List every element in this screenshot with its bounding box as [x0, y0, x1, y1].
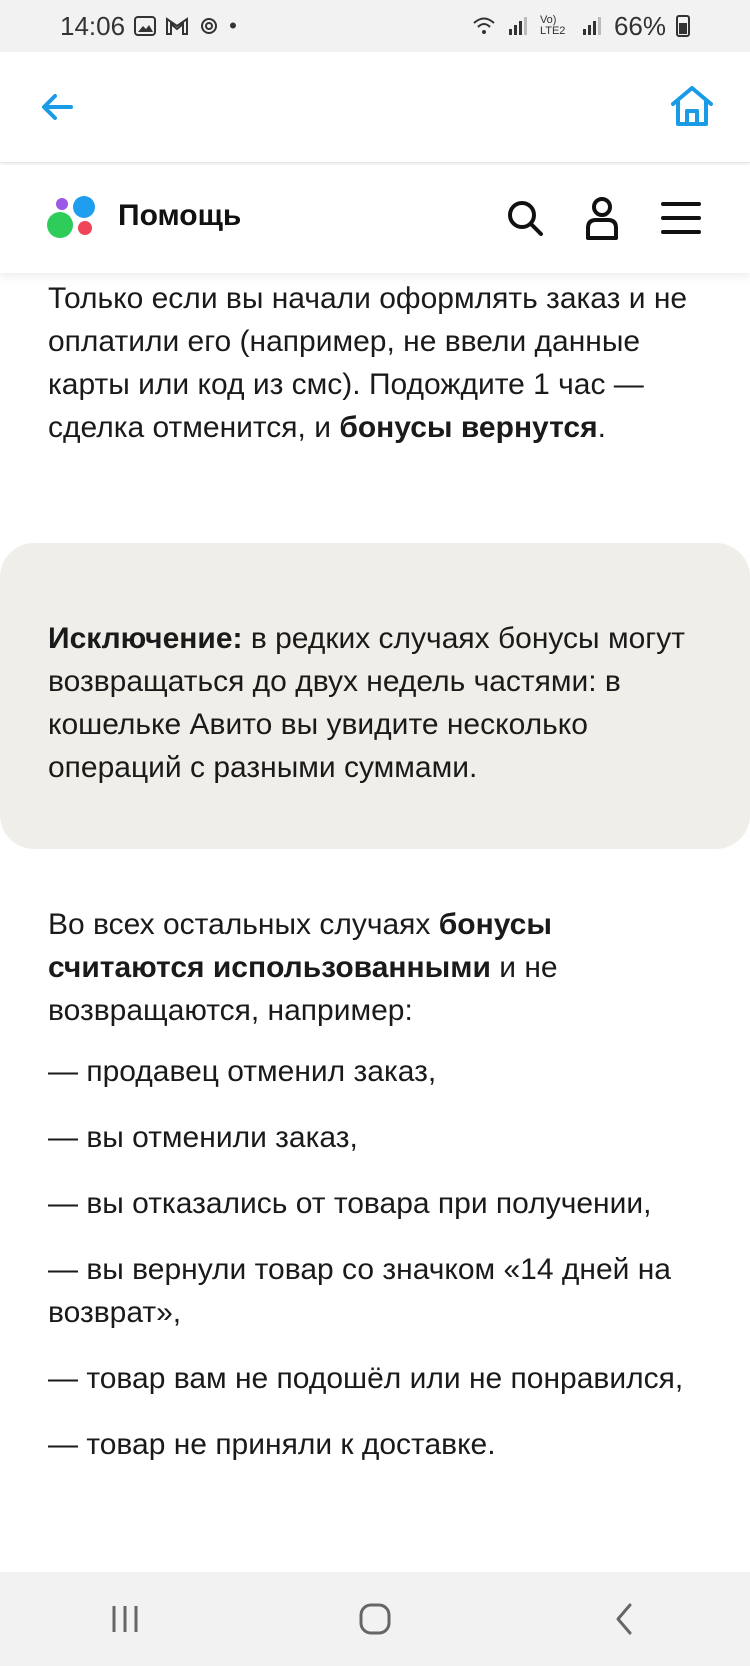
home-nav-button[interactable] — [345, 1589, 405, 1649]
system-nav-bar — [0, 1572, 750, 1666]
list-item: — вы отменили заказ, — [48, 1121, 358, 1154]
back-button[interactable] — [32, 82, 82, 132]
home-button[interactable] — [666, 80, 718, 132]
search-icon — [508, 201, 543, 236]
notification-dot-icon: • — [229, 13, 237, 38]
home-nav-icon — [359, 1603, 391, 1635]
article-content: Только если вы начали оформлять заказ и … — [0, 273, 750, 1573]
page-title: Помощь — [118, 199, 242, 232]
avito-logo-icon — [47, 196, 95, 238]
exception-text: Исключение: в редких случаях бонусы могу… — [48, 617, 688, 789]
profile-icon — [586, 197, 618, 240]
list-item: — продавец отменил заказ, — [48, 1055, 437, 1088]
list-item: — вы отказались от товара при получении, — [48, 1187, 652, 1220]
p1-bold: бонусы вернутся — [339, 411, 598, 444]
status-right: Vo) LTE2 66% — [472, 11, 690, 42]
recent-apps-icon — [112, 1606, 138, 1632]
cases-list: — продавец отменил заказ, — вы отменили … — [48, 1050, 708, 1489]
profile-button[interactable] — [579, 195, 625, 241]
battery-icon — [676, 15, 690, 37]
list-item: — товар вам не подошёл или не понравился… — [48, 1362, 684, 1395]
status-left: 14:06 • — [60, 11, 237, 42]
recent-apps-button[interactable] — [95, 1589, 155, 1649]
p1-end: . — [597, 411, 606, 444]
list-item: — товар не приняли к доставке. — [48, 1428, 496, 1461]
signal-2-icon — [582, 17, 601, 35]
battery-percent: 66% — [613, 10, 666, 41]
list-item: — вы вернули товар со значком «14 дней н… — [48, 1253, 671, 1329]
home-icon — [671, 86, 713, 126]
arrow-left-icon — [42, 94, 73, 120]
exception-callout: Исключение: в редких случаях бонусы могу… — [0, 543, 750, 849]
top-bar — [0, 52, 750, 163]
p2-text: Во всех остальных случаях — [48, 908, 439, 941]
wifi-icon — [473, 17, 495, 34]
article-paragraph-1: Только если вы начали оформлять заказ и … — [48, 277, 708, 449]
network-label: Vo) LTE2 — [539, 14, 566, 37]
gallery-icon — [134, 16, 157, 36]
settings-icon — [201, 18, 218, 34]
status-bar: 14:06 • Vo) LTE2 66% — [0, 0, 750, 52]
article-paragraph-2: Во всех остальных случаях бонусы считают… — [48, 903, 708, 1032]
signal-icon — [508, 17, 527, 35]
exception-label: Исключение: — [48, 622, 243, 655]
site-header: Помощь — [0, 165, 750, 273]
back-nav-button[interactable] — [595, 1589, 655, 1649]
menu-icon — [661, 202, 701, 234]
back-nav-icon — [616, 1603, 632, 1635]
status-time: 14:06 — [60, 10, 126, 41]
search-button[interactable] — [502, 195, 548, 241]
menu-button[interactable] — [658, 195, 704, 241]
gmail-icon — [166, 17, 189, 35]
